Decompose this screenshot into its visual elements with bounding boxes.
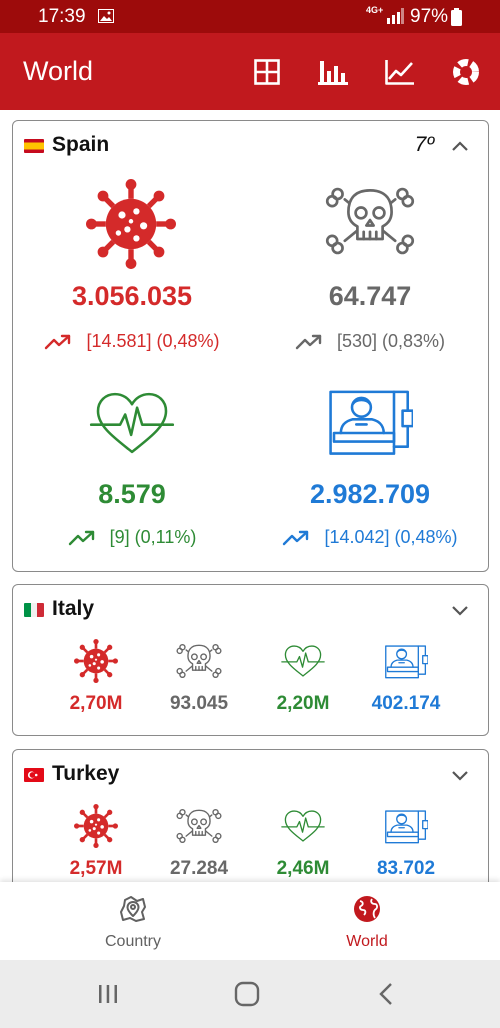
battery-icon	[451, 8, 462, 31]
gallery-icon	[98, 9, 114, 28]
nav-label-world: World	[346, 933, 388, 950]
country-card-spain[interactable]: Spain 7º 3.056.035 [14.581] (0,48%) 64.7…	[12, 120, 489, 572]
map-pin-icon	[120, 896, 146, 922]
active-value: 2.982.709	[309, 479, 431, 509]
heartbeat-icon	[281, 639, 325, 683]
status-time: 17:39	[38, 6, 86, 27]
patient-bed-icon	[384, 804, 428, 848]
confirmed-stat: 2,57M	[41, 804, 151, 880]
back-icon[interactable]	[371, 980, 401, 1008]
recovered-delta: [9] (0,11%)	[13, 527, 251, 548]
virus-icon	[74, 804, 118, 848]
card-header[interactable]: Spain 7º	[13, 121, 488, 169]
nav-item-world[interactable]: World	[297, 894, 437, 951]
deaths-stat: 93.045	[144, 639, 254, 715]
deaths-stat: 27.284	[144, 804, 254, 880]
country-rank: 7º	[414, 133, 434, 156]
page-title: World	[23, 56, 94, 86]
skull-icon	[325, 185, 415, 257]
active-value: 83.702	[376, 858, 436, 879]
bar-chart-icon[interactable]	[318, 57, 348, 87]
confirmed-delta: [14.581] (0,48%)	[13, 331, 251, 352]
grid-icon[interactable]	[252, 57, 282, 87]
recent-apps-icon[interactable]	[93, 980, 123, 1008]
recovered-stat: 2,46M	[248, 804, 358, 880]
deaths-value: 64.747	[328, 281, 412, 311]
active-delta: [14.042] (0,48%)	[251, 527, 488, 548]
spain-flag-icon	[24, 139, 44, 153]
card-header[interactable]: Italy	[13, 585, 488, 633]
recovered-delta-text: [9] (0,11%)	[109, 527, 197, 547]
signal-icon	[386, 8, 404, 29]
confirmed-stat: 3.056.035 [14.581] (0,48%)	[13, 169, 251, 369]
country-card-italy[interactable]: Italy 2,70M 93.045 2,20M 402.174	[12, 584, 489, 736]
confirmed-value: 2,70M	[69, 693, 123, 714]
confirmed-stat: 2,70M	[41, 639, 151, 715]
recovered-value: 2,46M	[276, 858, 330, 879]
home-icon[interactable]	[232, 980, 262, 1008]
deaths-delta: [530] (0,83%)	[251, 331, 488, 352]
country-name: Spain	[52, 133, 110, 156]
battery-percent: 97%	[410, 6, 449, 27]
skull-icon	[176, 639, 222, 683]
patient-bed-icon	[327, 385, 413, 457]
country-name: Italy	[52, 597, 95, 620]
active-stat: 83.702	[351, 804, 461, 880]
nav-label-country: Country	[104, 933, 162, 950]
active-stat: 402.174	[351, 639, 461, 715]
trend-up-icon	[295, 334, 322, 350]
confirmed-value: 3.056.035	[71, 281, 193, 311]
trend-up-icon	[45, 334, 71, 350]
active-stat: 2.982.709 [14.042] (0,48%)	[251, 369, 488, 569]
globe-icon	[354, 896, 380, 922]
patient-bed-icon	[384, 639, 428, 683]
heartbeat-icon	[88, 389, 176, 457]
system-nav-bar	[0, 960, 500, 1028]
donut-chart-icon[interactable]	[451, 57, 481, 87]
virus-icon	[74, 639, 118, 683]
italy-flag-icon	[24, 603, 44, 617]
deaths-value: 93.045	[169, 693, 229, 714]
app-bar: World	[0, 33, 500, 110]
card-header[interactable]: Turkey	[13, 750, 488, 798]
deaths-value: 27.284	[169, 858, 229, 879]
bottom-navigation: Country World	[0, 882, 500, 960]
skull-icon	[176, 804, 222, 848]
nav-item-country[interactable]: Country	[63, 894, 203, 951]
heartbeat-icon	[281, 804, 325, 848]
country-name: Turkey	[52, 762, 120, 785]
chevron-down-icon[interactable]	[450, 768, 470, 782]
line-chart-icon[interactable]	[385, 57, 415, 87]
virus-icon	[86, 179, 176, 269]
chevron-up-icon[interactable]	[450, 139, 470, 153]
network-type: 4G+	[366, 5, 384, 15]
recovered-stat: 2,20M	[248, 639, 358, 715]
trend-up-icon	[68, 530, 94, 546]
status-bar: 17:39 4G+ 97%	[0, 0, 500, 33]
deaths-stat: 64.747 [530] (0,83%)	[251, 169, 488, 369]
deaths-delta-text: [530] (0,83%)	[336, 331, 446, 351]
recovered-stat: 8.579 [9] (0,11%)	[13, 369, 251, 569]
trend-up-icon	[283, 530, 309, 546]
active-value: 402.174	[371, 693, 441, 714]
confirmed-value: 2,57M	[69, 858, 123, 879]
chevron-down-icon[interactable]	[450, 603, 470, 617]
recovered-value: 8.579	[98, 479, 166, 509]
turkey-flag-icon	[24, 768, 44, 782]
recovered-value: 2,20M	[276, 693, 330, 714]
active-delta-text: [14.042] (0,48%)	[324, 527, 458, 547]
confirmed-delta-text: [14.581] (0,48%)	[86, 331, 220, 351]
